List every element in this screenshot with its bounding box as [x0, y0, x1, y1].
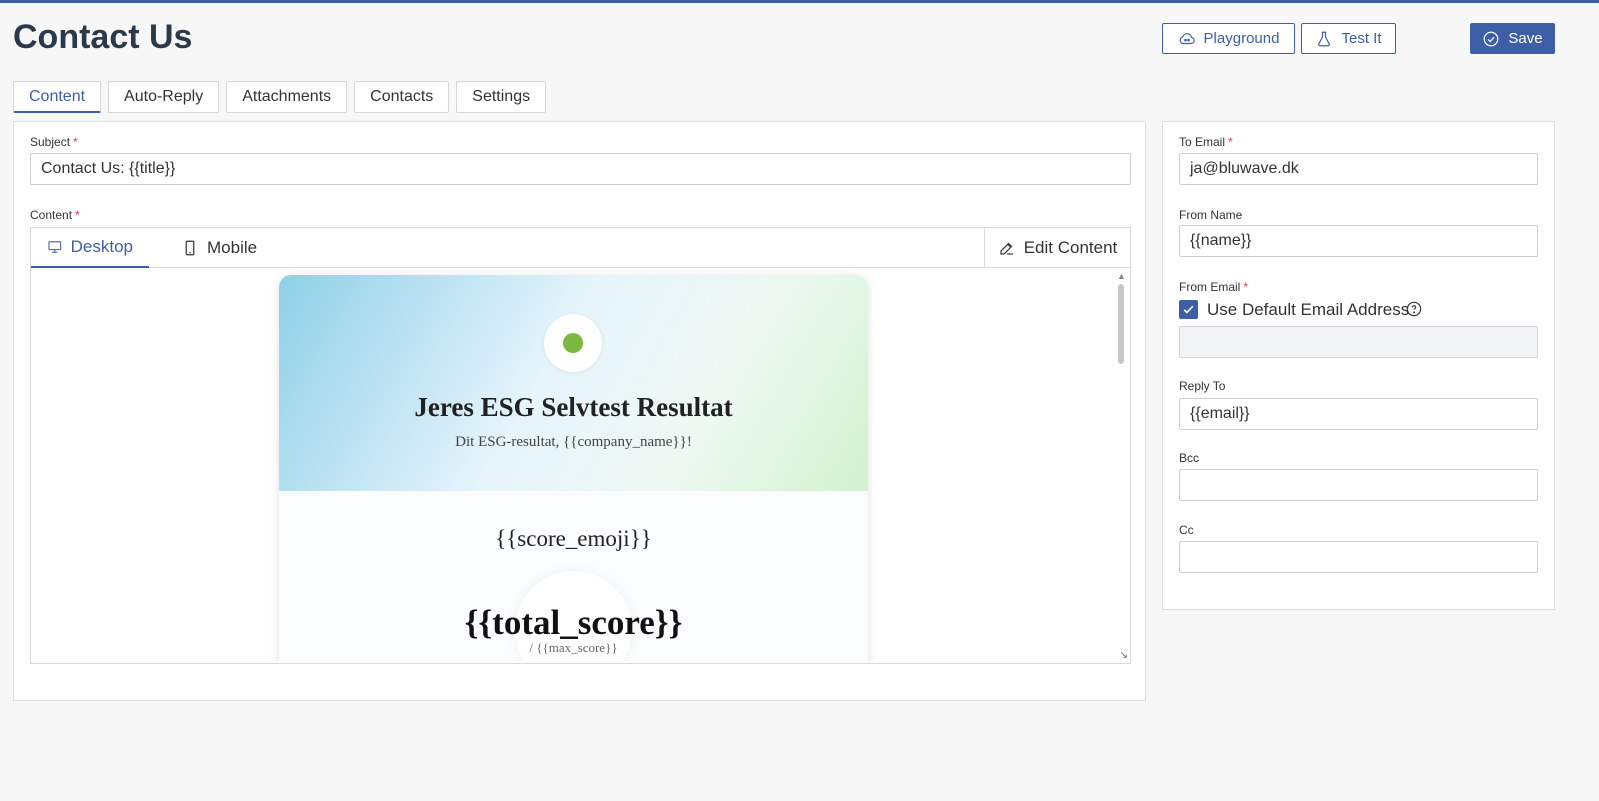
resize-handle-icon[interactable]: ↘: [1120, 650, 1128, 661]
main-tabs: Content Auto-Reply Attachments Contacts …: [13, 81, 547, 113]
required-mark: *: [75, 208, 80, 222]
edit-content-label: Edit Content: [1023, 237, 1118, 257]
reply-to-input[interactable]: {{email}}: [1179, 398, 1538, 430]
from-name-label: From Name: [1179, 208, 1243, 222]
test-it-button[interactable]: Test It: [1301, 23, 1396, 54]
content-label: Content *: [30, 208, 80, 222]
tab-attachments[interactable]: Attachments: [226, 81, 348, 113]
pencil-icon: [1000, 242, 1013, 255]
tab-content[interactable]: Content: [13, 81, 102, 113]
playground-button[interactable]: Playground: [1162, 23, 1295, 54]
cloud-icon: [1179, 32, 1195, 44]
flask-icon: [1318, 31, 1331, 46]
content-editor: Desktop Mobile Edit Content Jeres ESG Se…: [30, 227, 1131, 664]
from-name-input[interactable]: {{name}}: [1179, 225, 1538, 257]
preview-scrollbar[interactable]: ▲: [1116, 269, 1126, 661]
total-score: {{total_score}}: [464, 603, 683, 642]
page-title: Contact Us: [13, 18, 193, 56]
editor-toolbar: Desktop Mobile Edit Content: [31, 228, 1130, 268]
test-it-label: Test It: [1341, 30, 1382, 47]
cc-input[interactable]: [1179, 541, 1538, 573]
leaf-logo-icon: [563, 333, 583, 353]
checkmark-icon: [1183, 305, 1194, 314]
logo-circle: [544, 314, 602, 372]
bcc-input[interactable]: [1179, 469, 1538, 501]
email-hero: Jeres ESG Selvtest Resultat Dit ESG-resu…: [279, 275, 868, 491]
to-email-input[interactable]: ja@bluwave.dk: [1179, 153, 1538, 185]
cc-label: Cc: [1179, 523, 1194, 537]
check-circle-icon: [1484, 31, 1499, 46]
phone-icon: [185, 240, 195, 256]
email-title: Jeres ESG Selvtest Resultat: [414, 392, 733, 422]
save-label: Save: [1508, 30, 1543, 47]
email-preview[interactable]: Jeres ESG Selvtest Resultat Dit ESG-resu…: [31, 269, 1118, 661]
tab-settings[interactable]: Settings: [456, 81, 547, 113]
scroll-up-icon[interactable]: ▲: [1117, 271, 1126, 281]
monitor-icon: [48, 241, 62, 253]
desktop-view-tab[interactable]: Desktop: [31, 228, 149, 268]
tab-contacts[interactable]: Contacts: [354, 81, 450, 113]
required-mark: *: [1243, 280, 1249, 294]
required-mark: *: [73, 135, 78, 149]
subject-input[interactable]: Contact Us: {{title}}: [30, 153, 1131, 185]
email-card: Jeres ESG Selvtest Resultat Dit ESG-resu…: [279, 275, 868, 661]
tab-auto-reply[interactable]: Auto-Reply: [108, 81, 220, 113]
playground-label: Playground: [1203, 30, 1280, 47]
help-icon[interactable]: [1406, 301, 1422, 317]
top-accent-line: [0, 0, 1599, 3]
to-email-label: To Email *: [1179, 135, 1233, 149]
save-button[interactable]: Save: [1470, 23, 1555, 54]
edit-content-button[interactable]: Edit Content: [984, 228, 1130, 267]
use-default-email-label[interactable]: Use Default Email Address: [1207, 300, 1409, 320]
use-default-email-checkbox[interactable]: [1179, 300, 1198, 319]
max-score: / {{max_score}}: [529, 640, 618, 655]
required-mark: *: [1228, 135, 1233, 149]
from-email-input[interactable]: [1179, 326, 1538, 358]
email-settings-panel: To Email * ja@bluwave.dk From Name {{name…: [1162, 121, 1555, 610]
from-email-label: From Email *: [1179, 280, 1249, 294]
email-subtitle: Dit ESG-resultat, {{company_name}}!: [455, 434, 692, 450]
mobile-label: Mobile: [207, 238, 258, 257]
mobile-view-tab[interactable]: Mobile: [165, 228, 273, 268]
scroll-thumb[interactable]: [1118, 284, 1124, 364]
score-emoji: {{score_emoji}}: [495, 526, 652, 551]
subject-label: Subject *: [30, 135, 78, 149]
desktop-label: Desktop: [70, 237, 133, 256]
reply-to-label: Reply To: [1179, 379, 1226, 393]
bcc-label: Bcc: [1179, 451, 1200, 465]
content-panel: Subject * Contact Us: {{title}} Content * …: [13, 121, 1146, 701]
